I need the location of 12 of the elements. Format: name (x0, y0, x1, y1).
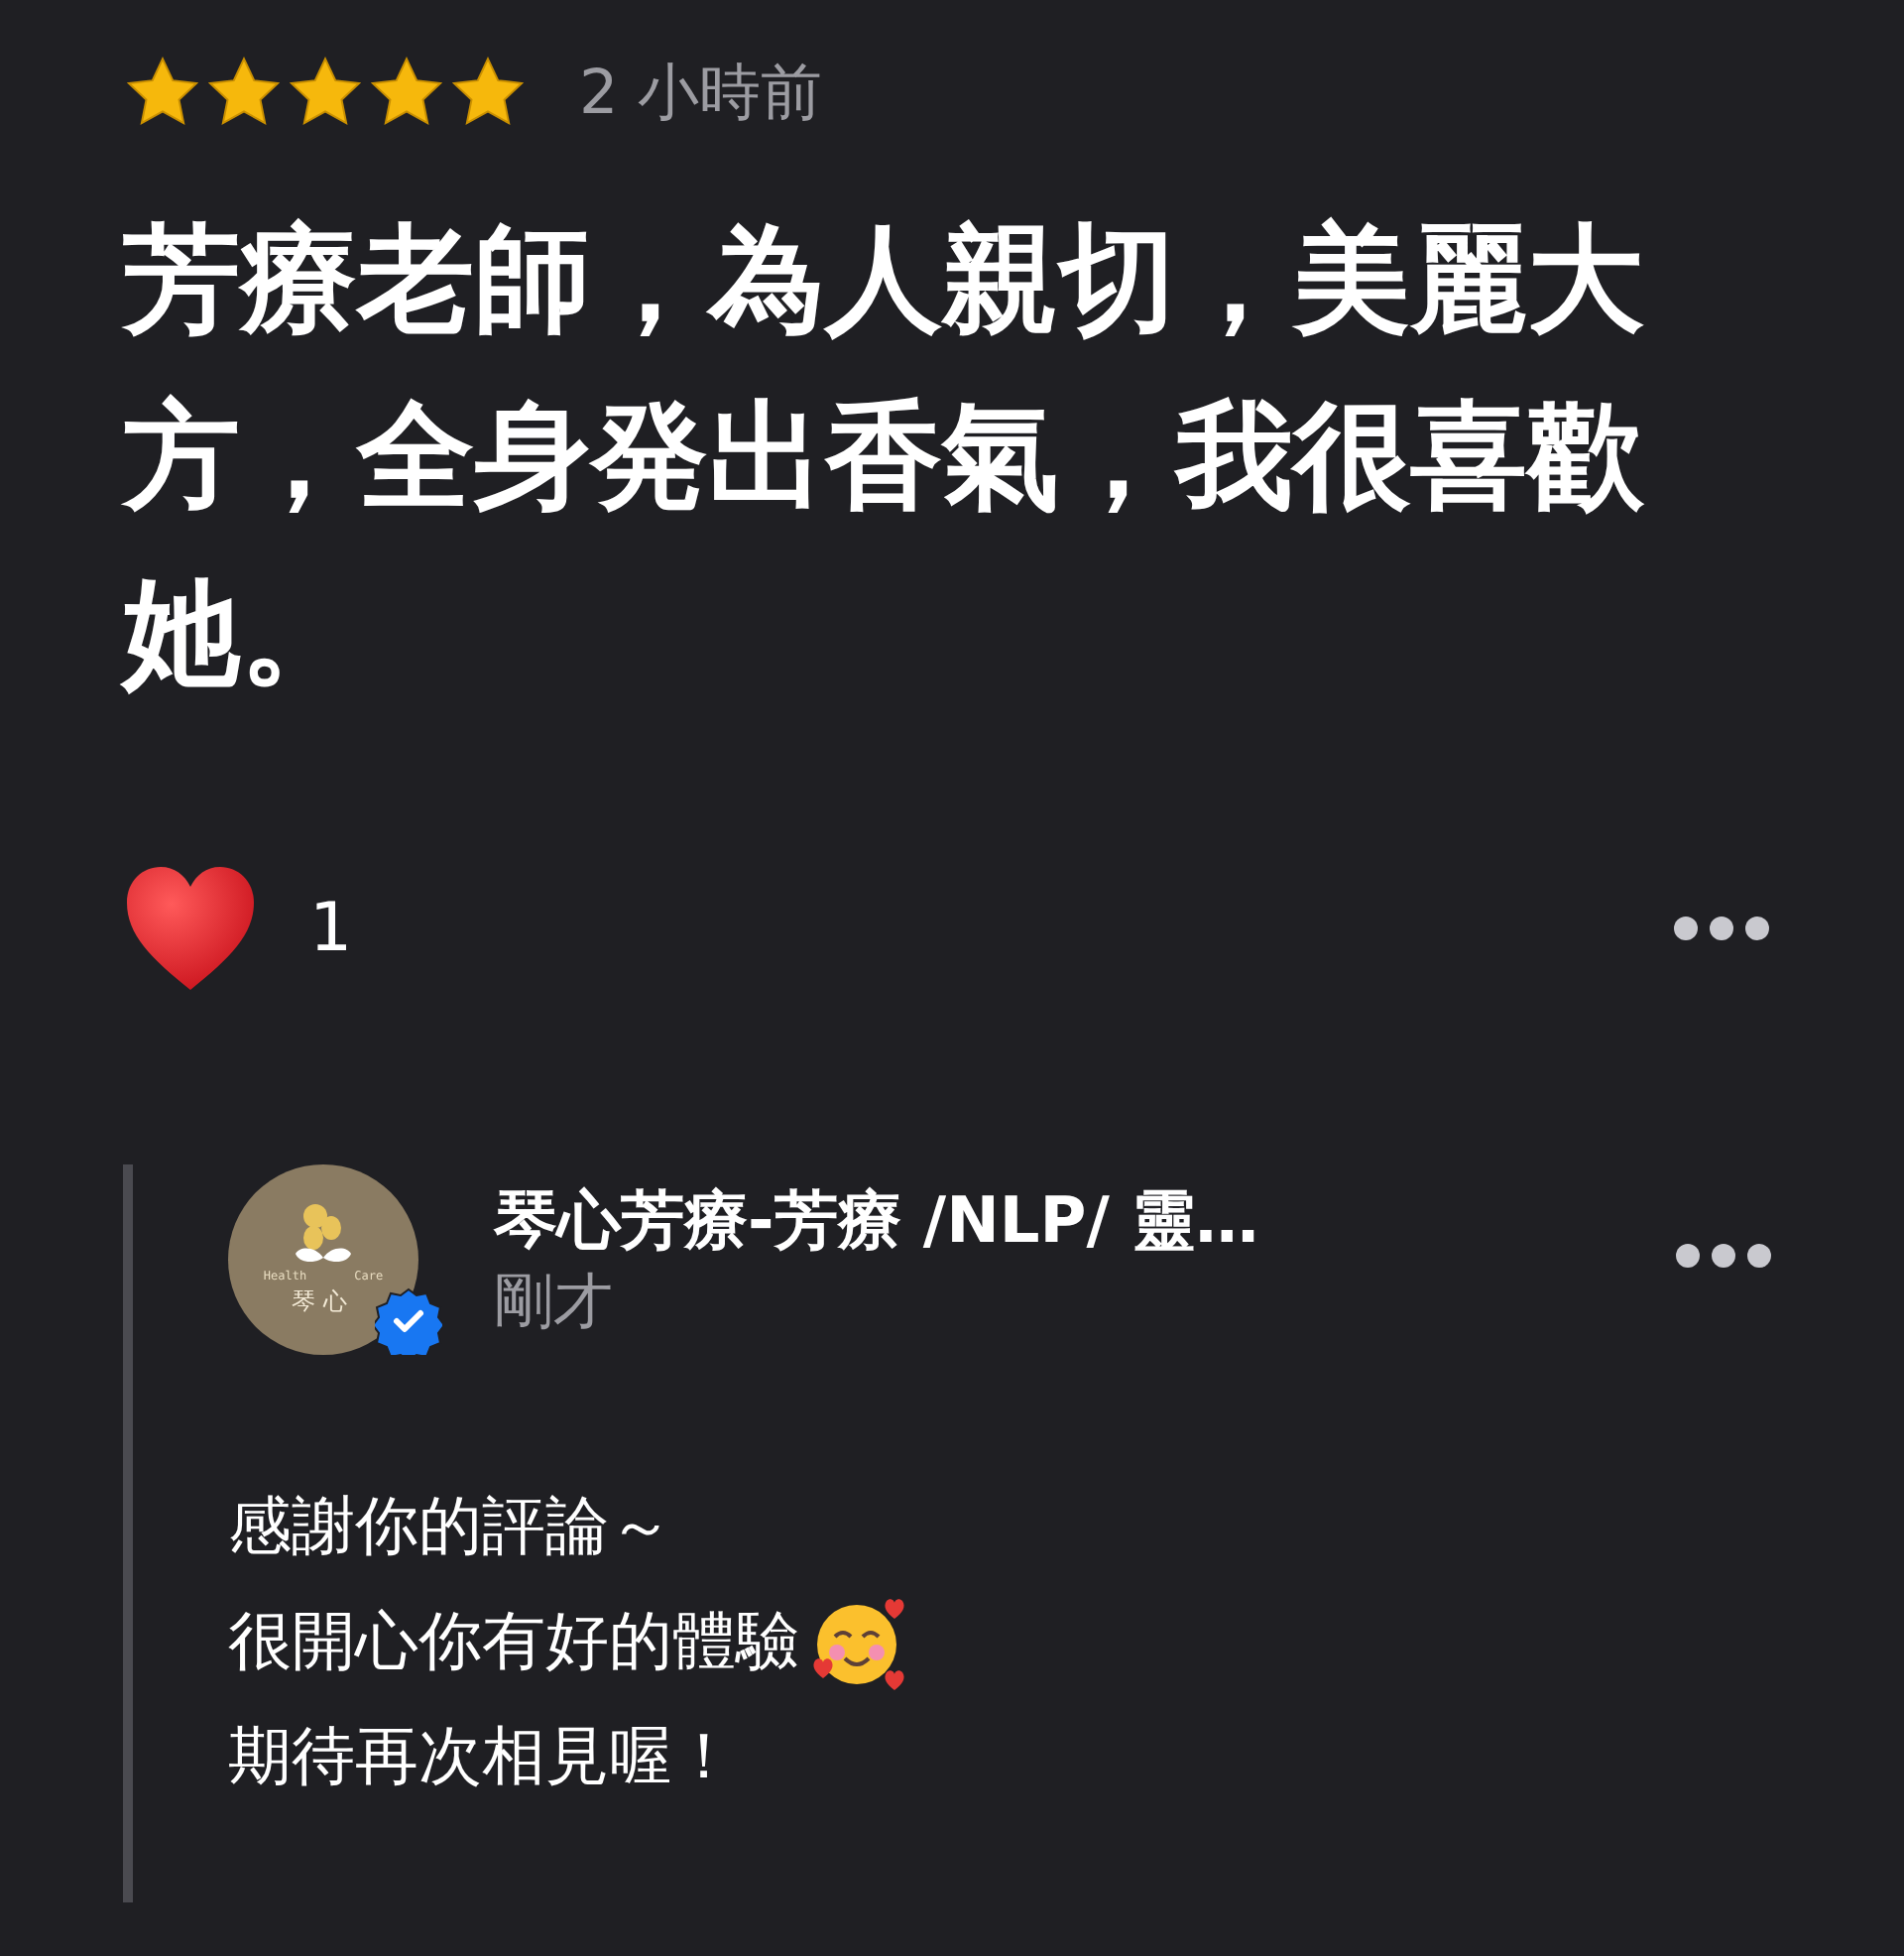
reply-author[interactable]: 琴心芳療-芳療 /NLP/ 靈… (494, 1176, 1259, 1264)
reply-text-line: 期待再次相見喔！ (228, 1716, 736, 1797)
heart-icon[interactable] (123, 863, 258, 994)
more-options-button[interactable] (1674, 917, 1769, 940)
review-time: 2 小時前 (579, 56, 823, 133)
logo-name: 琴心 (292, 1284, 355, 1318)
more-options-button[interactable] (1676, 1244, 1771, 1268)
reply-text-line: 感謝你的評論～ (228, 1486, 672, 1567)
reply-time: 剛才 (494, 1266, 615, 1341)
reaction-count: 1 (309, 889, 353, 968)
reply-text-line: 很開心你有好的體驗 (228, 1601, 799, 1682)
review-text: 芳療老師，為人親切，美麗大方，全身発出香氣，我很喜歡她。 (123, 208, 1646, 704)
